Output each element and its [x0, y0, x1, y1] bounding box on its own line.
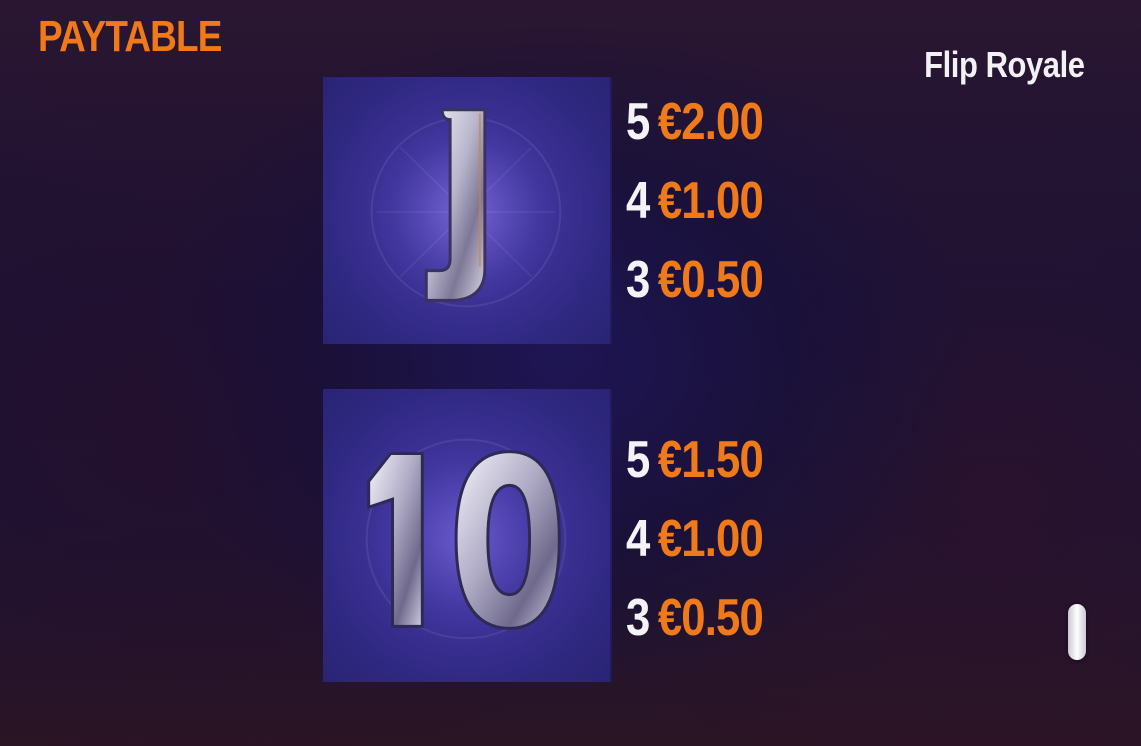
payout-amount: €1.50: [657, 430, 764, 489]
payout-row: 5 €1.50: [626, 420, 764, 499]
payout-count: 4: [626, 171, 650, 230]
payout-row: 5 €2.00: [626, 82, 764, 161]
payout-row: 4 €1.00: [626, 499, 764, 578]
game-title: Flip Royale: [924, 44, 1086, 85]
ten-card-symbol-icon: [356, 429, 576, 649]
payout-amount: €2.00: [657, 92, 764, 151]
symbol-tile-10: [323, 389, 612, 682]
payout-amount: €0.50: [657, 250, 764, 309]
payout-row: 3 €0.50: [626, 578, 764, 657]
payout-amount: €0.50: [657, 588, 764, 647]
payout-amount: €1.00: [657, 171, 764, 230]
payout-row: 3 €0.50: [626, 240, 764, 319]
payout-list-10: 5 €1.50 4 €1.00 3 €0.50: [626, 420, 789, 657]
payout-count: 5: [626, 92, 650, 151]
payout-amount: €1.00: [657, 509, 764, 568]
payout-row: 4 €1.00: [626, 161, 764, 240]
jack-card-symbol-icon: [361, 107, 571, 317]
payout-count: 4: [626, 509, 650, 568]
payout-list-j: 5 €2.00 4 €1.00 3 €0.50: [626, 82, 789, 319]
payout-count: 5: [626, 430, 650, 489]
scrollbar-thumb[interactable]: [1068, 604, 1086, 660]
payout-count: 3: [626, 250, 650, 309]
payout-count: 3: [626, 588, 650, 647]
symbol-tile-j: [323, 77, 612, 344]
scrollbar-track[interactable]: [1068, 80, 1086, 684]
paytable-title: PAYTABLE: [38, 12, 222, 61]
